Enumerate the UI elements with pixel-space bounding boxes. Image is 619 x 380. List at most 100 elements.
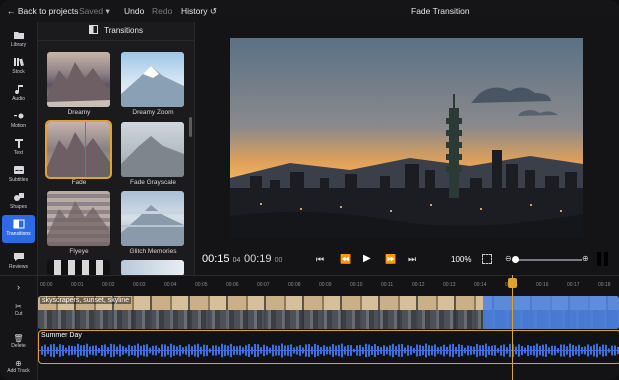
pause-icon[interactable]	[604, 252, 608, 266]
waveform-bar	[221, 343, 223, 358]
waveform-bar	[284, 345, 286, 356]
waveform-bar	[587, 344, 589, 357]
transition-label: Fade Grayscale	[130, 179, 176, 186]
sidebar-item-stock[interactable]: Stock	[0, 53, 37, 81]
waveform-bar	[353, 348, 355, 353]
waveform-bar	[452, 343, 454, 358]
transition-thumb-dreamy[interactable]	[47, 52, 110, 107]
waveform-bar	[443, 344, 445, 357]
saved-status[interactable]: Saved ▾	[79, 6, 110, 17]
waveform-bar	[557, 348, 559, 353]
history-button[interactable]: History ↺	[181, 6, 217, 17]
ruler-tick: 00:01	[71, 282, 84, 288]
audio-waveform	[39, 343, 619, 358]
waveform-bar	[80, 345, 82, 356]
waveform-bar	[470, 346, 472, 355]
transition-thumb-dreamy-zoom[interactable]	[121, 52, 184, 107]
sidebar-item-motion[interactable]: Motion	[0, 107, 37, 135]
waveform-bar	[293, 347, 295, 354]
rewind-icon[interactable]: ⏪	[340, 254, 351, 265]
waveform-bar	[575, 346, 577, 355]
transition-label: Fade	[71, 179, 87, 186]
waveform-bar	[338, 344, 340, 357]
waveform-bar	[206, 345, 208, 356]
text-icon	[14, 139, 23, 148]
delete-button[interactable]: 🗑 Delete	[0, 334, 37, 349]
music-note-icon	[14, 85, 23, 94]
zoom-slider[interactable]	[514, 259, 582, 261]
waveform-bar	[428, 345, 430, 356]
waveform-bar	[56, 347, 58, 354]
waveform-bar	[362, 346, 364, 355]
waveform-bar	[251, 346, 253, 355]
transition-thumb-glitch-memories[interactable]	[121, 191, 184, 246]
panel-scrollbar[interactable]	[189, 117, 192, 137]
transition-thumb-fade[interactable]	[45, 120, 112, 179]
zoom-level[interactable]: 100%	[451, 255, 471, 264]
fullscreen-icon[interactable]	[482, 254, 492, 264]
sidebar-item-transitions[interactable]: Transitions	[2, 215, 35, 243]
add-track-icon: ⊕	[15, 359, 22, 368]
playhead-handle[interactable]	[508, 278, 517, 288]
transition-thumb-fade-grayscale[interactable]	[121, 122, 184, 177]
time-ruler[interactable]: 00:00 00:01 00:02 00:03 00:04 00:05 00:0…	[38, 276, 619, 292]
video-clip[interactable]: skyscrapers, sunset, skyline	[38, 296, 619, 329]
ruler-tick: 00:11	[381, 282, 394, 288]
zoom-slider-handle[interactable]	[512, 256, 519, 263]
waveform-bar	[53, 343, 55, 358]
undo-button[interactable]: Undo	[124, 6, 144, 16]
waveform-bar	[467, 345, 469, 356]
transition-thumb[interactable]	[47, 260, 110, 275]
waveform-bar	[197, 343, 199, 358]
skip-start-icon[interactable]: ⏮	[316, 254, 324, 265]
zoom-in-icon[interactable]: ⊕	[582, 254, 589, 263]
sidebar-item-subtitles[interactable]: Subtitles	[0, 161, 37, 189]
waveform-bar	[569, 343, 571, 358]
expand-chevron-icon[interactable]: ›	[0, 282, 37, 292]
waveform-bar	[254, 344, 256, 357]
ruler-tick: 00:03	[133, 282, 146, 288]
waveform-bar	[596, 343, 598, 358]
sidebar-item-shapes[interactable]: Shapes	[0, 188, 37, 216]
timeline: › ✂ Cut 🗑 Delete ⊕ Add Track 00:00 00:01…	[0, 275, 619, 380]
waveform-bar	[476, 343, 478, 358]
waveform-bar	[425, 343, 427, 358]
waveform-bar	[74, 346, 76, 355]
transitions-icon	[89, 25, 99, 34]
transition-thumb-flyeye[interactable]	[47, 191, 110, 246]
video-clip-label: skyscrapers, sunset, skyline	[40, 297, 132, 304]
sidebar-item-reviews[interactable]: Reviews	[0, 248, 37, 276]
ruler-tick: 00:08	[288, 282, 301, 288]
add-track-button[interactable]: ⊕ Add Track	[0, 359, 37, 374]
back-button[interactable]: ← Back to projects	[7, 6, 78, 16]
transition-thumb[interactable]	[121, 260, 184, 275]
preview-area: 00:15 04 00:19 00 ⏮ ⏪ ▶ ⏩ ⏭ 100% ⊖ ⊕	[195, 22, 619, 275]
zoom-out-icon[interactable]: ⊖	[505, 254, 512, 263]
playhead[interactable]	[512, 275, 513, 380]
waveform-bar	[560, 344, 562, 357]
cut-button[interactable]: ✂ Cut	[0, 302, 37, 317]
waveform-bar	[143, 344, 145, 357]
waveform-bar	[242, 347, 244, 354]
waveform-bar	[182, 347, 184, 354]
sidebar-item-library[interactable]: Library	[0, 26, 37, 54]
waveform-bar	[116, 346, 118, 355]
skip-end-icon[interactable]: ⏭	[408, 254, 416, 265]
waveform-bar	[326, 346, 328, 355]
play-icon[interactable]: ▶	[363, 253, 371, 264]
waveform-bar	[581, 347, 583, 354]
sidebar-item-text[interactable]: Text	[0, 134, 37, 162]
waveform-bar	[464, 347, 466, 354]
waveform-bar	[185, 346, 187, 355]
waveform-bar	[164, 344, 166, 357]
pause-icon[interactable]	[597, 252, 601, 266]
redo-button[interactable]: Redo	[152, 6, 172, 16]
waveform-bar	[314, 343, 316, 358]
history-icon: ↺	[209, 6, 217, 16]
sidebar-item-audio[interactable]: Audio	[0, 80, 37, 108]
audio-clip[interactable]: Summer Day	[38, 330, 619, 364]
fast-forward-icon[interactable]: ⏩	[385, 254, 396, 265]
waveform-bar	[44, 344, 46, 357]
waveform-bar	[545, 344, 547, 357]
waveform-bar	[344, 346, 346, 355]
